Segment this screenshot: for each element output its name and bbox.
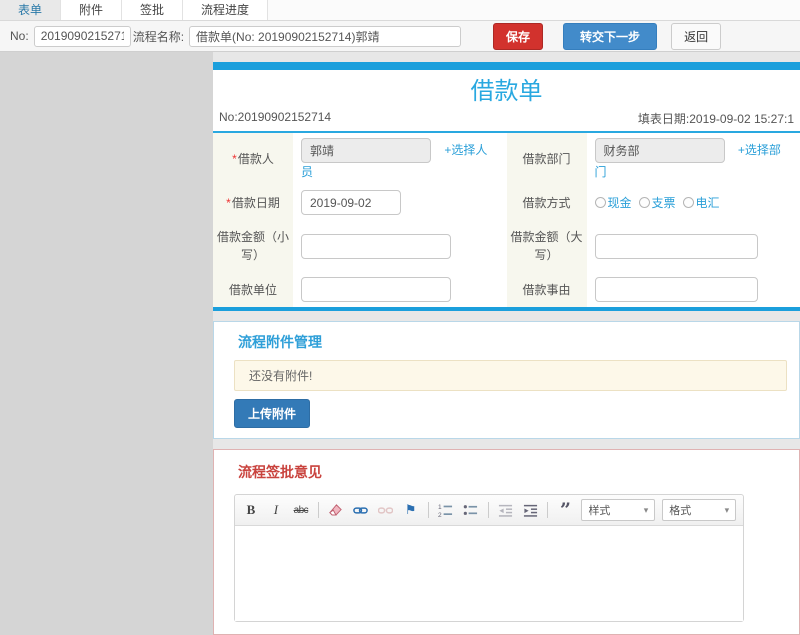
pay-method-radio-group: 现金 支票 电汇	[595, 194, 793, 211]
borrow-reason-label: 借款事由	[507, 272, 587, 307]
loan-form-panel: 借款单 No:20190902152714 填表日期:2019-09-02 15…	[213, 62, 800, 311]
page-title: 借款单	[213, 78, 800, 106]
svg-text:1: 1	[438, 504, 442, 511]
blockquote-icon[interactable]: ”	[556, 501, 574, 519]
outdent-icon[interactable]	[497, 501, 515, 519]
no-label: No:	[10, 29, 29, 43]
flow-name-input[interactable]	[189, 26, 461, 47]
department-label: 借款部门	[507, 133, 587, 185]
link-icon[interactable]	[352, 501, 370, 519]
bold-icon[interactable]: B	[242, 501, 260, 519]
attachment-section-title: 流程附件管理	[238, 332, 787, 352]
radio-icon[interactable]	[595, 197, 606, 208]
borrow-date-input[interactable]	[301, 190, 401, 215]
toolbar-separator	[318, 502, 319, 518]
panel-accent-bar	[213, 62, 800, 70]
borrow-date-label: *借款日期	[213, 185, 293, 220]
chevron-down-icon: ▾	[725, 505, 730, 516]
tab-progress[interactable]: 流程进度	[183, 0, 268, 20]
amount-upper-input[interactable]	[595, 234, 758, 259]
fill-date: 填表日期:2019-09-02 15:27:1	[638, 110, 794, 127]
table-row: 借款金额（小写） 借款金额（大写）	[213, 220, 800, 272]
department-input[interactable]	[595, 138, 725, 163]
no-input[interactable]	[34, 26, 131, 47]
no-attachment-alert: 还没有附件!	[234, 360, 787, 391]
required-mark: *	[232, 152, 237, 166]
tab-approval[interactable]: 签批	[122, 0, 183, 20]
doc-number: No:20190902152714	[219, 110, 331, 127]
pay-method-label: 借款方式	[507, 185, 587, 220]
toolbar-separator	[488, 502, 489, 518]
borrower-label: *借款人	[213, 133, 293, 185]
toolbar-separator	[547, 502, 548, 518]
next-step-button[interactable]: 转交下一步	[563, 23, 657, 50]
approval-section-title: 流程签批意见	[238, 462, 787, 482]
radio-wire[interactable]: 电汇	[683, 194, 720, 211]
radio-icon[interactable]	[683, 197, 694, 208]
save-button[interactable]: 保存	[493, 23, 543, 50]
chevron-down-icon: ▾	[644, 505, 649, 516]
toolbar-separator	[428, 502, 429, 518]
required-mark: *	[226, 196, 231, 210]
numbered-list-icon[interactable]: 1 2	[437, 501, 455, 519]
italic-icon[interactable]: I	[267, 501, 285, 519]
unlink-icon[interactable]	[377, 501, 395, 519]
bullet-list-icon[interactable]	[462, 501, 480, 519]
borrower-input[interactable]	[301, 138, 431, 163]
tab-attachment[interactable]: 附件	[61, 0, 122, 20]
borrow-reason-input[interactable]	[595, 277, 758, 302]
content-area: 借款单 No:20190902152714 填表日期:2019-09-02 15…	[0, 52, 800, 453]
table-row: *借款人 +选择人员 借款部门 +选择部门	[213, 133, 800, 185]
radio-icon[interactable]	[639, 197, 650, 208]
anchor-icon[interactable]: ⚑	[402, 501, 420, 519]
radio-cash[interactable]: 现金	[595, 194, 632, 211]
upload-attachment-button[interactable]: 上传附件	[234, 399, 310, 428]
table-row: *借款日期 借款方式 现金 支票	[213, 185, 800, 220]
borrow-unit-label: 借款单位	[213, 272, 293, 307]
svg-text:2: 2	[438, 512, 442, 518]
command-bar: No: 流程名称: 保存 转交下一步 返回	[0, 21, 800, 52]
strikethrough-icon[interactable]: abc	[292, 501, 310, 519]
tab-form[interactable]: 表单	[0, 0, 61, 20]
editor-content-area[interactable]	[235, 526, 743, 621]
table-row: 借款单位 借款事由	[213, 272, 800, 307]
format-dropdown[interactable]: 格式 ▾	[662, 499, 736, 521]
editor-toolbar: B I abc	[235, 495, 743, 526]
amount-lower-label: 借款金额（小写）	[213, 220, 293, 272]
back-button[interactable]: 返回	[671, 23, 721, 50]
styles-dropdown[interactable]: 样式 ▾	[581, 499, 655, 521]
rich-text-editor: B I abc	[234, 494, 744, 622]
attachment-panel: 流程附件管理 还没有附件! 上传附件	[213, 321, 800, 439]
amount-lower-input[interactable]	[301, 234, 451, 259]
amount-upper-label: 借款金额（大写）	[507, 220, 587, 272]
panel-accent-bar	[213, 307, 800, 311]
approval-panel: 流程签批意见 B I abc	[213, 449, 800, 635]
tab-bar: 表单 附件 签批 流程进度	[0, 0, 800, 21]
remove-format-icon[interactable]	[327, 501, 345, 519]
radio-cheque[interactable]: 支票	[639, 194, 676, 211]
borrow-unit-input[interactable]	[301, 277, 451, 302]
flow-name-label: 流程名称:	[133, 28, 184, 45]
indent-icon[interactable]	[522, 501, 540, 519]
